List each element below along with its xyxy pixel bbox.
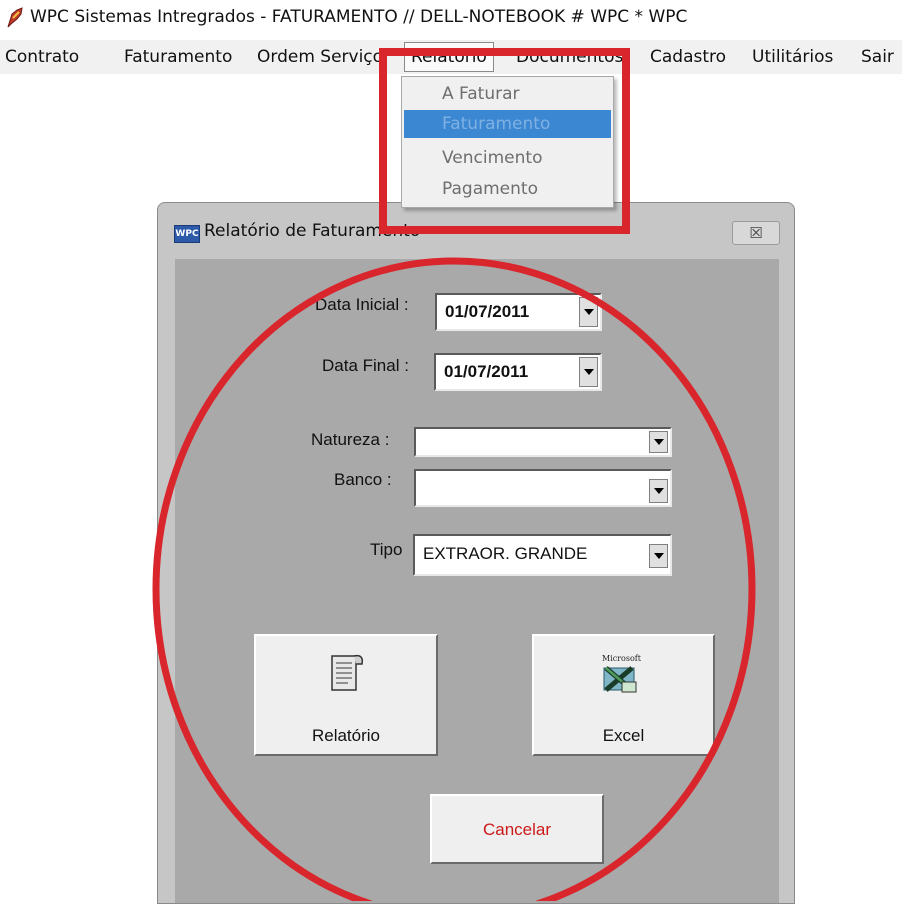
relatorio-dropdown-menu: A Faturar Faturamento Vencimento Pagamen… bbox=[401, 76, 614, 208]
menu-item-pagamento[interactable]: Pagamento bbox=[404, 175, 611, 203]
excel-icon bbox=[603, 666, 637, 693]
menu-cadastro[interactable]: Cadastro bbox=[650, 47, 726, 67]
menu-item-a-faturar[interactable]: A Faturar bbox=[404, 80, 611, 108]
wpc-dialog-icon: WPC bbox=[174, 225, 200, 243]
chevron-down-icon bbox=[583, 369, 594, 375]
data-inicial-value: 01/07/2011 bbox=[445, 302, 530, 321]
data-final-value: 01/07/2011 bbox=[444, 362, 529, 381]
menu-bar: Contrato Faturamento Ordem Serviço Relat… bbox=[0, 40, 902, 74]
data-final-label: Data Final : bbox=[322, 356, 409, 375]
tipo-label: Tipo bbox=[370, 540, 403, 559]
data-inicial-label: Data Inicial : bbox=[315, 295, 409, 314]
menu-contrato[interactable]: Contrato bbox=[5, 47, 79, 67]
chevron-down-icon bbox=[653, 439, 664, 445]
menu-relatorio[interactable]: Relatório bbox=[404, 42, 494, 72]
menu-ordem-servico[interactable]: Ordem Serviço bbox=[257, 47, 383, 67]
excel-icon-caption: Microsoft bbox=[602, 654, 641, 663]
menu-item-faturamento[interactable]: Faturamento bbox=[404, 110, 611, 138]
menu-sair[interactable]: Sair bbox=[861, 47, 894, 67]
tipo-dropdown-button[interactable] bbox=[649, 544, 668, 568]
data-final-dropdown-button[interactable] bbox=[579, 357, 598, 387]
banco-dropdown-button[interactable] bbox=[649, 479, 668, 503]
report-document-icon bbox=[331, 654, 364, 691]
excel-button[interactable]: Microsoft Excel bbox=[532, 634, 715, 756]
cancelar-button-label: Cancelar bbox=[482, 820, 552, 839]
chevron-down-icon bbox=[653, 488, 664, 494]
dialog-client-area: Data Inicial : 01/07/2011 Data Final : 0… bbox=[175, 259, 779, 903]
relatorio-button[interactable]: Relatório bbox=[254, 634, 438, 756]
tipo-value: EXTRAOR. GRANDE bbox=[423, 544, 588, 563]
dialog-title: Relatório de Faturamento bbox=[204, 221, 421, 241]
menu-utilitarios[interactable]: Utilitários bbox=[752, 47, 833, 67]
relatorio-faturamento-dialog: WPC Relatório de Faturamento ☒ Data Inic… bbox=[157, 202, 795, 904]
banco-select[interactable] bbox=[414, 469, 672, 507]
tipo-select[interactable]: EXTRAOR. GRANDE bbox=[413, 534, 672, 576]
menu-item-vencimento[interactable]: Vencimento bbox=[404, 144, 611, 172]
app-logo-icon bbox=[7, 7, 23, 28]
chevron-down-icon bbox=[583, 309, 594, 315]
data-final-picker[interactable]: 01/07/2011 bbox=[434, 353, 602, 391]
close-button[interactable]: ☒ bbox=[732, 221, 780, 245]
natureza-label: Natureza : bbox=[311, 430, 390, 449]
window-title: WPC Sistemas Intregrados - FATURAMENTO /… bbox=[30, 7, 688, 27]
natureza-dropdown-button[interactable] bbox=[649, 431, 668, 453]
data-inicial-picker[interactable]: 01/07/2011 bbox=[435, 293, 602, 331]
chevron-down-icon bbox=[653, 553, 664, 559]
title-bar: WPC Sistemas Intregrados - FATURAMENTO /… bbox=[0, 0, 902, 36]
menu-faturamento[interactable]: Faturamento bbox=[124, 47, 232, 67]
menu-documentos[interactable]: Documentos bbox=[516, 47, 623, 67]
data-inicial-dropdown-button[interactable] bbox=[579, 297, 598, 327]
relatorio-button-label: Relatório bbox=[311, 726, 381, 745]
excel-button-label: Excel bbox=[602, 726, 645, 745]
natureza-select[interactable] bbox=[414, 427, 672, 457]
cancelar-button[interactable]: Cancelar bbox=[430, 794, 604, 864]
banco-label: Banco : bbox=[334, 470, 392, 489]
